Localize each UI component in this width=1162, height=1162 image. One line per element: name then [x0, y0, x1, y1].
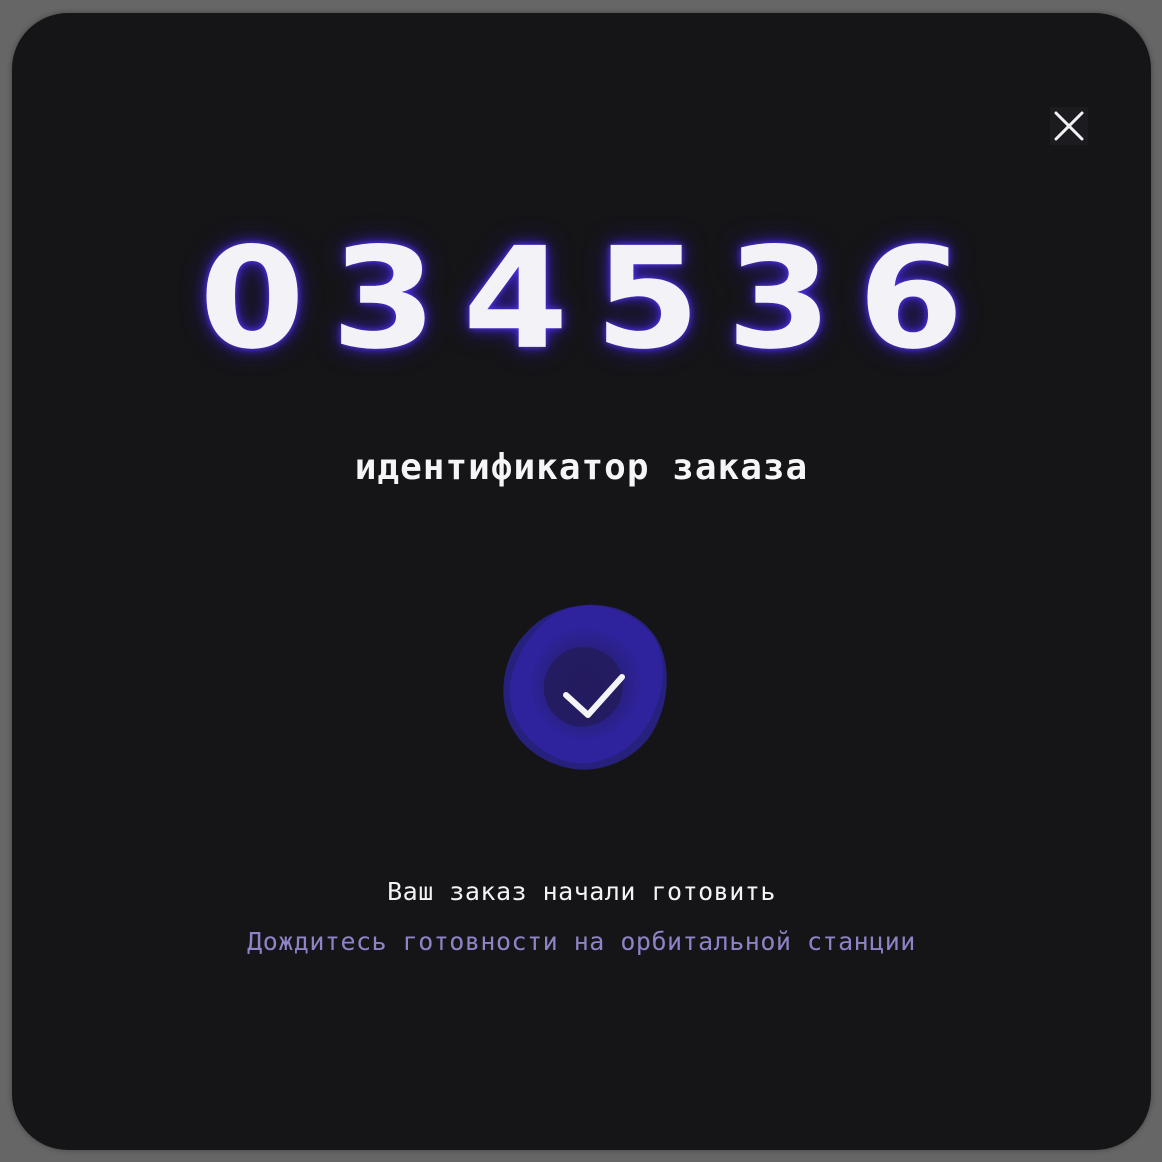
order-modal: 034536 идентификатор заказа Ваш заказ на… — [12, 13, 1151, 1150]
order-id-label: идентификатор заказа — [354, 447, 809, 488]
status-badge — [496, 599, 670, 773]
close-button[interactable] — [1050, 107, 1088, 145]
order-number: 034536 — [199, 217, 990, 380]
status-title: Ваш заказ начали готовить — [387, 877, 776, 906]
check-icon — [563, 674, 625, 718]
status-subtitle: Дождитесь готовности на орбитальной стан… — [247, 927, 916, 956]
close-icon — [1054, 111, 1084, 141]
